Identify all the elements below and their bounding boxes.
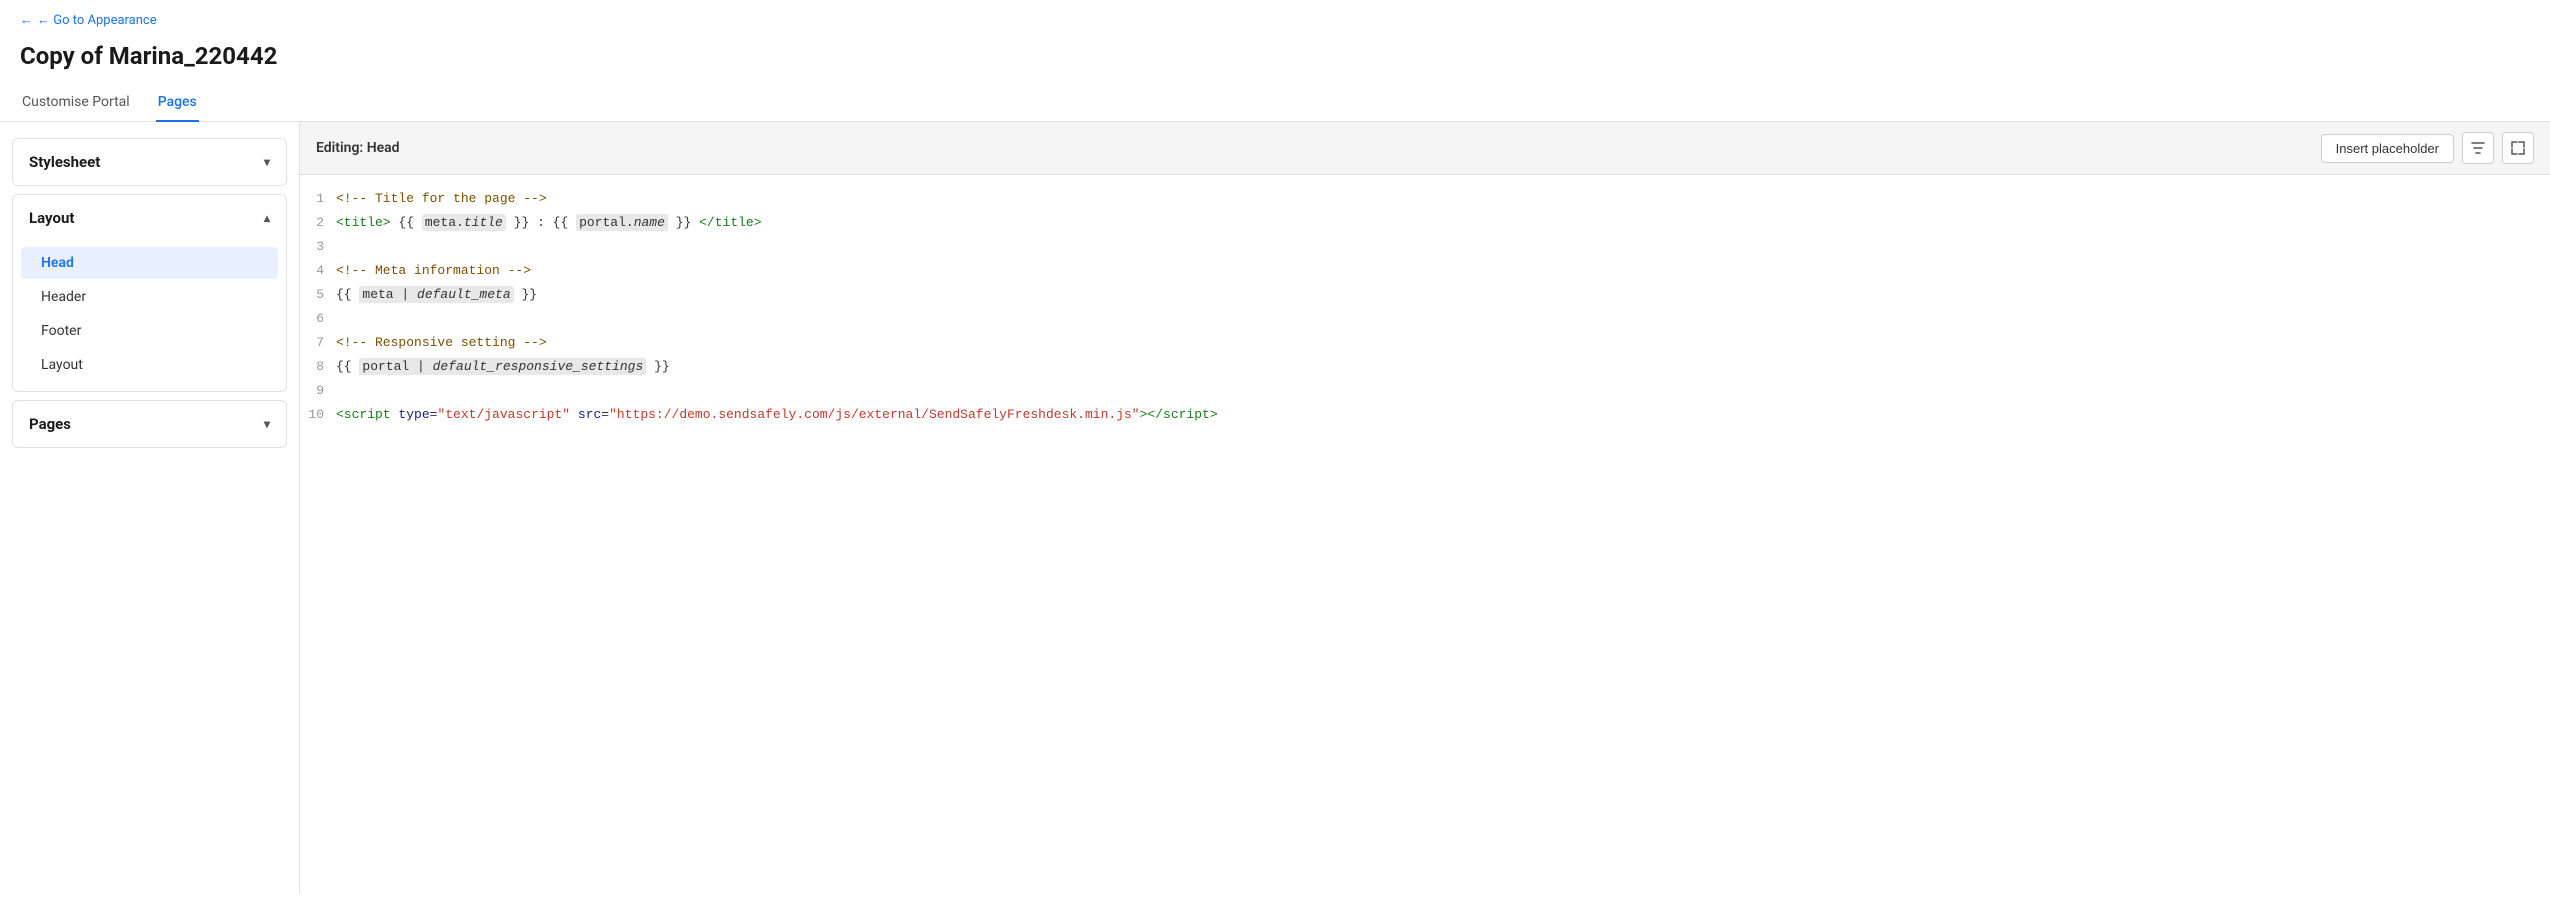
- sidebar-section-layout: Layout ▴ Head Header Footer Layout: [12, 194, 287, 392]
- sidebar-item-footer[interactable]: Footer: [21, 315, 278, 347]
- code-line-9: 9: [300, 379, 2550, 403]
- page-title: Copy of Marina_220442: [0, 34, 2550, 86]
- sidebar-section-layout-title: Layout: [29, 209, 74, 227]
- sidebar-section-pages-title: Pages: [29, 415, 71, 433]
- sidebar-item-layout[interactable]: Layout: [21, 349, 278, 381]
- code-editor[interactable]: 1 <!-- Title for the page --> 2 <title> …: [300, 175, 2550, 894]
- tab-pages[interactable]: Pages: [156, 86, 199, 122]
- code-line-7: 7 <!-- Responsive setting -->: [300, 331, 2550, 355]
- code-line-10: 10 <script type="text/javascript" src="h…: [300, 403, 2550, 427]
- tab-customise-portal[interactable]: Customise Portal: [20, 86, 132, 122]
- sidebar-section-pages-header[interactable]: Pages ▾: [13, 401, 286, 447]
- chevron-up-icon: ▴: [264, 211, 270, 225]
- toolbar-actions: Insert placeholder: [2321, 132, 2534, 164]
- chevron-down-icon: ▾: [264, 155, 270, 169]
- code-line-4: 4 <!-- Meta information -->: [300, 259, 2550, 283]
- filter-icon: [2470, 140, 2486, 156]
- back-link-label: ← Go to Appearance: [37, 12, 157, 28]
- insert-placeholder-button[interactable]: Insert placeholder: [2321, 134, 2454, 163]
- sidebar-section-layout-body: Head Header Footer Layout: [13, 241, 286, 391]
- expand-icon-button[interactable]: [2502, 132, 2534, 164]
- sidebar-section-stylesheet: Stylesheet ▾: [12, 138, 287, 186]
- editing-label: Editing: Head: [316, 140, 400, 156]
- sidebar-section-stylesheet-title: Stylesheet: [29, 153, 100, 171]
- sidebar-item-head[interactable]: Head: [21, 247, 278, 279]
- code-line-6: 6: [300, 307, 2550, 331]
- sidebar-section-pages: Pages ▾: [12, 400, 287, 448]
- code-line-8: 8 {{ portal | default_responsive_setting…: [300, 355, 2550, 379]
- code-line-1: 1 <!-- Title for the page -->: [300, 187, 2550, 211]
- back-link[interactable]: ← ← Go to Appearance: [20, 12, 157, 28]
- code-line-5: 5 {{ meta | default_meta }}: [300, 283, 2550, 307]
- sidebar: Stylesheet ▾ Layout ▴ Head Header Footer: [0, 122, 300, 894]
- chevron-down-icon-pages: ▾: [264, 417, 270, 431]
- back-arrow-icon: ←: [20, 12, 33, 28]
- sidebar-section-stylesheet-header[interactable]: Stylesheet ▾: [13, 139, 286, 185]
- top-bar: ← ← Go to Appearance: [0, 0, 2550, 34]
- sidebar-section-layout-header[interactable]: Layout ▴: [13, 195, 286, 241]
- expand-icon: [2510, 140, 2526, 156]
- code-line-2: 2 <title> {{ meta.title }} : {{ portal.n…: [300, 211, 2550, 235]
- sidebar-item-header[interactable]: Header: [21, 281, 278, 313]
- tabs-bar: Customise Portal Pages: [0, 86, 2550, 122]
- editor-toolbar: Editing: Head Insert placeholder: [300, 122, 2550, 175]
- code-line-3: 3: [300, 235, 2550, 259]
- editor-area: Editing: Head Insert placeholder: [300, 122, 2550, 894]
- main-content: Stylesheet ▾ Layout ▴ Head Header Footer: [0, 122, 2550, 894]
- filter-icon-button[interactable]: [2462, 132, 2494, 164]
